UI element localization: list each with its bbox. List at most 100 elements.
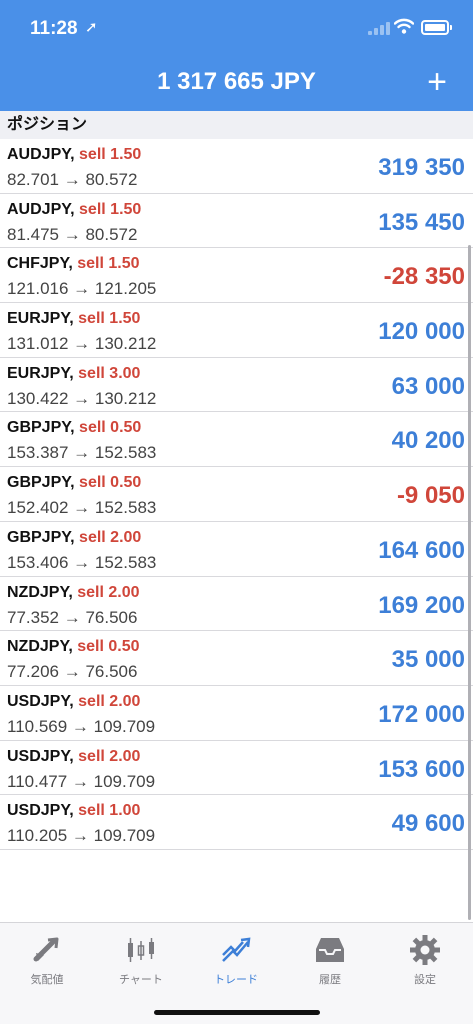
currency-pair: NZDJPY, <box>7 583 73 601</box>
nav-bar: 1 317 665 JPY + <box>0 56 473 111</box>
price-range: 110.477 → 109.709 <box>7 771 156 791</box>
position-row[interactable]: NZDJPY, sell 2.00 77.352 → 76.506 169 200 <box>0 576 473 632</box>
tab-history-label: 履歴 <box>319 974 341 986</box>
trade-side-volume: sell 0.50 <box>79 419 142 437</box>
trade-side-volume: sell 2.00 <box>78 692 141 710</box>
tab-chart[interactable]: チャート <box>94 929 188 989</box>
wifi-icon <box>394 18 414 34</box>
position-row[interactable]: USDJPY, sell 2.00 110.477 → 109.709 153 60… <box>0 740 473 796</box>
position-header: NZDJPY, sell 2.00 <box>7 584 140 602</box>
price-range: 153.387 → 152.583 <box>7 443 157 463</box>
trade-side-volume: sell 0.50 <box>79 474 142 492</box>
tab-settings[interactable]: 設定 <box>378 929 472 989</box>
trade-side-volume: sell 1.00 <box>78 802 141 820</box>
profit-loss: -28 350 <box>383 263 465 291</box>
position-header: GBPJPY, sell 0.50 <box>7 419 141 437</box>
scrollbar[interactable] <box>468 245 471 920</box>
position-header: EURJPY, sell 3.00 <box>7 365 140 383</box>
add-order-button[interactable]: + <box>419 62 455 102</box>
tab-bar: 気配値 チャート トレード 履歴 設定 <box>0 922 473 1024</box>
account-balance: 1 317 665 JPY <box>157 68 316 95</box>
trade-side-volume: sell 0.50 <box>77 638 140 656</box>
position-row[interactable]: EURJPY, sell 3.00 130.422 → 130.212 63 000 <box>0 357 473 413</box>
location-arrow-icon: ➚ <box>85 19 98 36</box>
chart-icon <box>128 938 154 962</box>
position-row[interactable]: USDJPY, sell 1.00 110.205 → 109.709 49 600 <box>0 795 473 850</box>
position-row[interactable]: GBPJPY, sell 2.00 153.406 → 152.583 164 60… <box>0 521 473 577</box>
tab-trade-label: トレード <box>214 974 258 986</box>
trade-side-volume: sell 1.50 <box>78 310 141 328</box>
tab-settings-label: 設定 <box>414 974 436 986</box>
price-range: 152.402 → 152.583 <box>7 498 157 518</box>
status-time: 11:28 <box>30 18 78 39</box>
position-header: USDJPY, sell 2.00 <box>7 748 140 766</box>
tab-chart-label: チャート <box>119 974 163 986</box>
profit-loss: 120 000 <box>378 318 465 346</box>
cellular-signal-icon <box>368 21 390 35</box>
history-icon <box>316 938 344 962</box>
trade-side-volume: sell 1.50 <box>77 255 140 273</box>
section-header-positions: ポジション <box>0 111 473 139</box>
position-header: USDJPY, sell 1.00 <box>7 802 140 820</box>
position-header: NZDJPY, sell 0.50 <box>7 638 140 656</box>
price-range: 131.012 → 130.212 <box>7 334 157 354</box>
price-range: 153.406 → 152.583 <box>7 552 157 572</box>
price-range: 77.352 → 76.506 <box>7 607 138 627</box>
trade-icon <box>222 937 251 962</box>
quotes-icon <box>33 937 59 962</box>
battery-icon <box>421 20 452 35</box>
profit-loss: 153 600 <box>378 755 465 783</box>
profit-loss: 35 000 <box>391 646 465 674</box>
currency-pair: GBPJPY, <box>7 419 75 437</box>
tab-quotes[interactable]: 気配値 <box>0 929 94 989</box>
currency-pair: USDJPY, <box>7 802 74 820</box>
currency-pair: EURJPY, <box>7 364 74 382</box>
position-row[interactable]: AUDJPY, sell 1.50 81.475 → 80.572 135 450 <box>0 193 473 249</box>
profit-loss: 40 200 <box>391 427 465 455</box>
position-header: EURJPY, sell 1.50 <box>7 310 140 328</box>
currency-pair: GBPJPY, <box>7 528 75 546</box>
trade-side-volume: sell 2.00 <box>79 528 142 546</box>
currency-pair: USDJPY, <box>7 747 74 765</box>
currency-pair: CHFJPY, <box>7 255 73 273</box>
home-indicator[interactable] <box>154 1010 320 1015</box>
currency-pair: AUDJPY, <box>7 200 75 218</box>
position-header: AUDJPY, sell 1.50 <box>7 201 141 219</box>
profit-loss: 172 000 <box>378 700 465 728</box>
profit-loss: 164 600 <box>378 536 465 564</box>
positions-list: AUDJPY, sell 1.50 82.701 → 80.572 319 350 A… <box>0 139 473 850</box>
tab-quotes-label: 気配値 <box>30 974 64 986</box>
position-header: GBPJPY, sell 2.00 <box>7 529 141 547</box>
position-row[interactable]: GBPJPY, sell 0.50 152.402 → 152.583 -9 050 <box>0 467 473 522</box>
price-range: 77.206 → 76.506 <box>7 662 138 682</box>
trade-side-volume: sell 1.50 <box>79 146 142 163</box>
position-header: GBPJPY, sell 0.50 <box>7 474 141 492</box>
price-range: 81.475 → 80.572 <box>7 224 138 244</box>
currency-pair: NZDJPY, <box>7 638 73 656</box>
price-range: 110.569 → 109.709 <box>7 716 156 736</box>
trade-side-volume: sell 1.50 <box>79 200 142 218</box>
profit-loss: 63 000 <box>391 372 465 400</box>
tab-trade[interactable]: トレード <box>189 929 283 989</box>
currency-pair: EURJPY, <box>7 310 74 328</box>
position-row[interactable]: USDJPY, sell 2.00 110.569 → 109.709 172 00… <box>0 685 473 741</box>
currency-pair: USDJPY, <box>7 692 74 710</box>
trade-side-volume: sell 3.00 <box>78 364 141 382</box>
position-row[interactable]: NZDJPY, sell 0.50 77.206 → 76.506 35 000 <box>0 631 473 686</box>
position-row[interactable]: CHFJPY, sell 1.50 121.016 → 121.205 -28 35… <box>0 248 473 304</box>
price-range: 121.016 → 121.205 <box>7 279 157 299</box>
status-bar: 11:28 ➚ <box>0 0 473 56</box>
profit-loss: 135 450 <box>378 208 465 236</box>
settings-icon <box>410 935 440 965</box>
position-row[interactable]: GBPJPY, sell 0.50 153.387 → 152.583 40 200 <box>0 412 473 468</box>
profit-loss: 49 600 <box>391 810 465 838</box>
price-range: 110.205 → 109.709 <box>7 826 156 846</box>
position-header: CHFJPY, sell 1.50 <box>7 255 140 273</box>
position-row[interactable]: EURJPY, sell 1.50 131.012 → 130.212 120 00… <box>0 303 473 358</box>
profit-loss: 169 200 <box>378 591 465 619</box>
trade-side-volume: sell 2.00 <box>77 583 140 601</box>
profit-loss: 319 350 <box>378 154 465 181</box>
position-row[interactable]: AUDJPY, sell 1.50 82.701 → 80.572 319 350 <box>0 139 473 194</box>
tab-history[interactable]: 履歴 <box>283 929 377 989</box>
trade-side-volume: sell 2.00 <box>78 747 141 765</box>
